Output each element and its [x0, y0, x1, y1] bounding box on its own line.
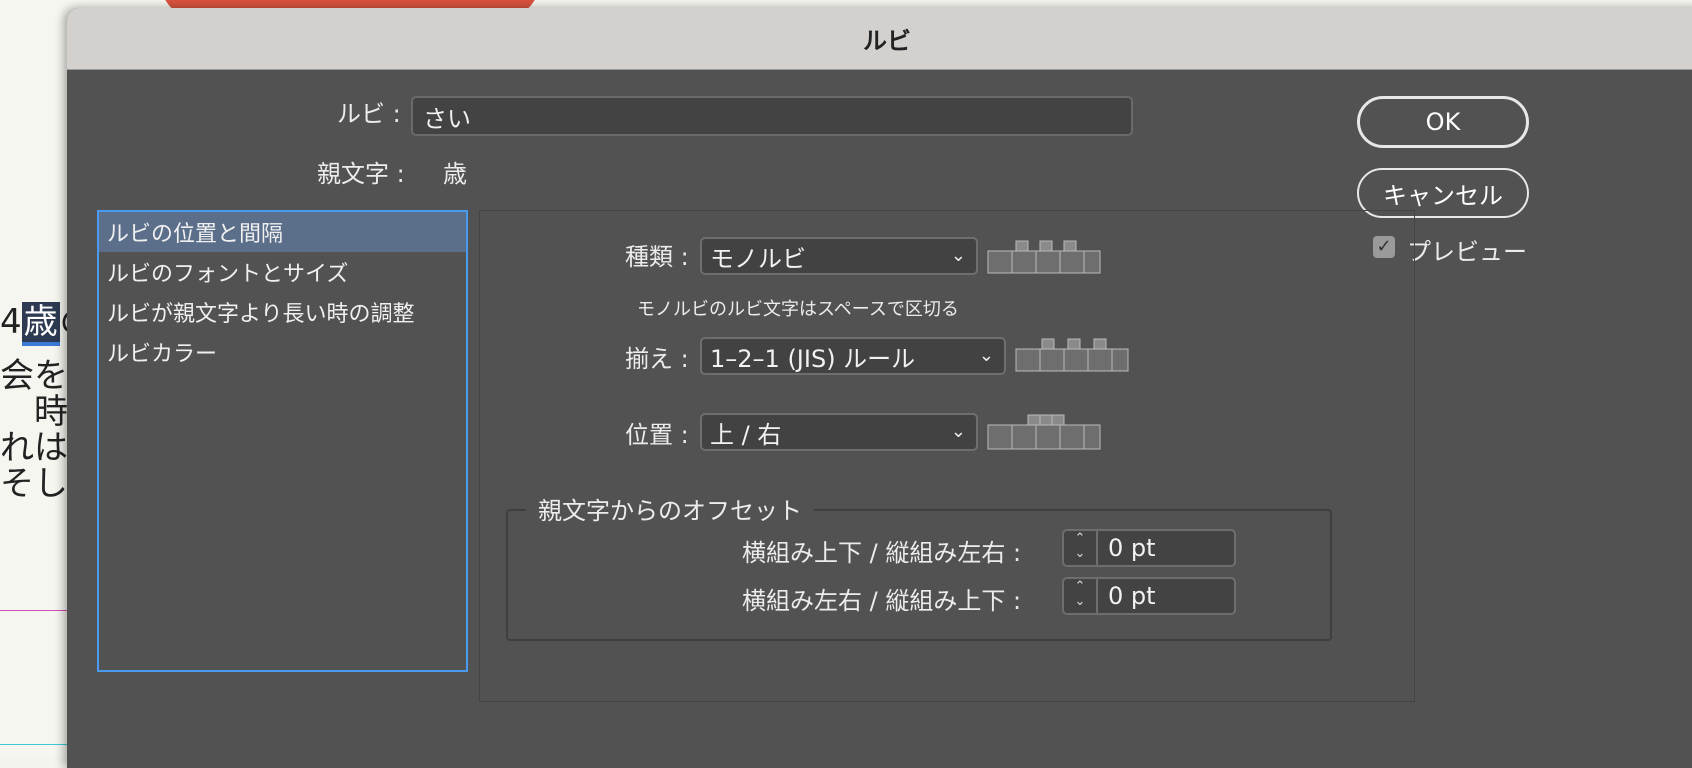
offset-row-label: 横組み上下 / 縦組み左右 :	[742, 539, 1022, 567]
stepper-arrows-icon[interactable]: ⌃ ⌄	[1062, 529, 1096, 567]
chevron-down-icon: ⌄	[950, 421, 966, 442]
offset-input-2[interactable]: 0 pt	[1096, 577, 1236, 615]
settings-panel: 種類 : モノルビ ⌄ モノルビのルビ文字はスペースで区切る 揃え : 1–2–…	[479, 210, 1415, 702]
sidebar-item-overhang[interactable]: ルビが親文字より長い時の調整	[99, 292, 466, 332]
sidebar-item-color[interactable]: ルビカラー	[99, 332, 466, 372]
ruby-input[interactable]: さい	[411, 96, 1133, 136]
doc-text: 4	[0, 302, 22, 342]
position-dropdown[interactable]: 上 / 右 ⌄	[700, 413, 978, 451]
type-hint: モノルビのルビ文字はスペースで区切る	[637, 299, 959, 320]
position-value: 上 / 右	[710, 420, 782, 449]
ok-button[interactable]: OK	[1357, 96, 1529, 148]
selected-base-char: 歳	[21, 302, 60, 346]
offset-row-label: 横組み左右 / 縦組み上下 :	[742, 587, 1022, 615]
position-diagram-icon	[986, 411, 1102, 451]
align-dropdown[interactable]: 1–2–1 (JIS) ルール ⌄	[700, 337, 1006, 375]
sidebar-item-position-spacing[interactable]: ルビの位置と間隔	[99, 212, 466, 252]
sidebar-item-font-size[interactable]: ルビのフォントとサイズ	[99, 252, 466, 292]
type-value: モノルビ	[710, 244, 806, 273]
align-label: 揃え :	[625, 345, 689, 373]
base-text-value: 歳	[443, 160, 467, 188]
chevron-down-icon: ⌄	[950, 245, 966, 266]
dialog-title: ルビ	[67, 8, 1692, 70]
category-list: ルビの位置と間隔 ルビのフォントとサイズ ルビが親文字より長い時の調整 ルビカラ…	[97, 210, 468, 672]
stepper-arrows-icon[interactable]: ⌃ ⌄	[1062, 577, 1096, 615]
alignment-diagram-icon	[1014, 335, 1130, 373]
align-value: 1–2–1 (JIS) ルール	[710, 344, 916, 373]
base-text-label: 親文字 :	[317, 160, 405, 188]
chevron-down-icon: ⌄	[978, 345, 994, 366]
ruby-dialog: ルビ ルビ : さい 親文字 : 歳 OK キャンセル ✓ プレビュー ルビの位…	[67, 8, 1692, 768]
offset-legend: 親文字からのオフセット	[526, 491, 814, 526]
offset-input-1[interactable]: 0 pt	[1096, 529, 1236, 567]
ruby-label: ルビ :	[337, 100, 401, 128]
type-dropdown[interactable]: モノルビ ⌄	[700, 237, 978, 275]
preview-label[interactable]: プレビュー	[1407, 232, 1527, 267]
type-label: 種類 :	[625, 243, 689, 271]
mono-ruby-diagram-icon	[986, 237, 1102, 275]
offset-group: 親文字からのオフセット 横組み上下 / 縦組み左右 : ⌃ ⌄ 0 pt 横組み左…	[506, 491, 1332, 641]
position-label: 位置 :	[625, 421, 689, 449]
